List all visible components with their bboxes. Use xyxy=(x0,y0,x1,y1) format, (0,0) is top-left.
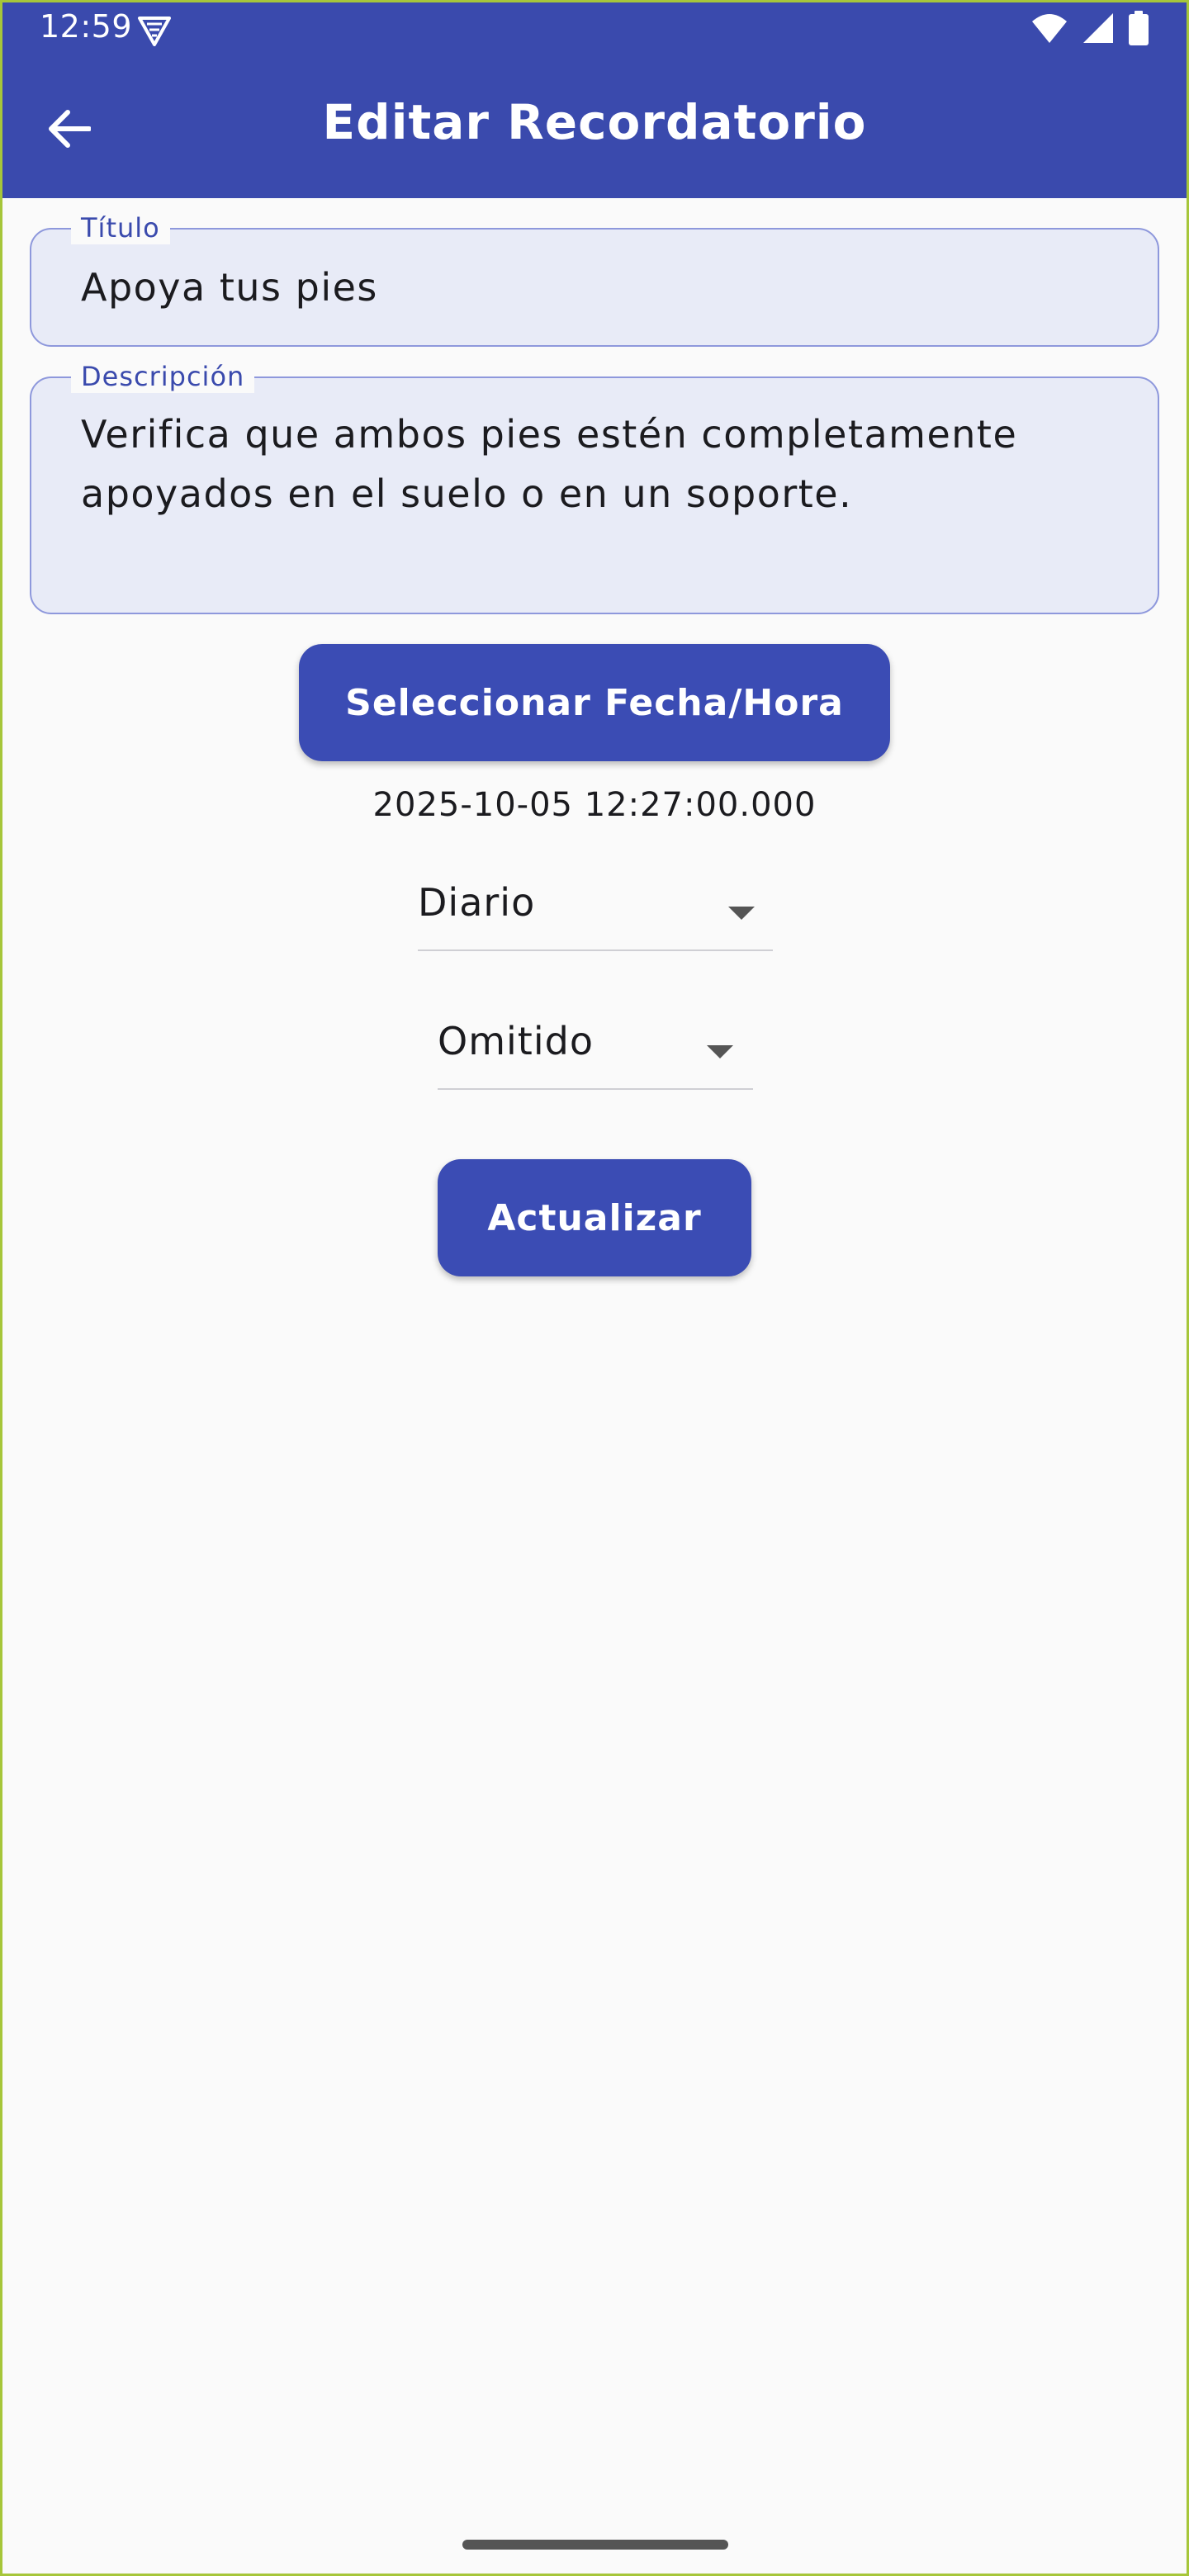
status-dropdown-value: Omitido xyxy=(438,1019,594,1063)
app-bar: 12:59 Editar Recordatorio xyxy=(0,0,1189,198)
frequency-dropdown-value: Diario xyxy=(418,880,536,925)
title-field-label: Título xyxy=(71,211,170,244)
update-button[interactable]: Actualizar xyxy=(438,1159,751,1276)
wifi-icon xyxy=(1030,12,1068,48)
status-icons xyxy=(1030,11,1149,49)
status-bar: 12:59 xyxy=(0,0,1189,59)
status-time: 12:59 xyxy=(40,8,133,45)
selected-datetime: 2025-10-05 12:27:00.000 xyxy=(372,786,817,824)
dropdown-arrow-icon xyxy=(728,907,755,920)
description-field-value[interactable]: Verifica que ambos pies estén completame… xyxy=(81,405,1108,523)
page-title: Editar Recordatorio xyxy=(322,94,867,150)
select-datetime-button[interactable]: Seleccionar Fecha/Hora xyxy=(299,644,890,761)
home-indicator[interactable] xyxy=(462,2540,728,2550)
battery-icon xyxy=(1128,11,1149,49)
title-field-value[interactable]: Apoya tus pies xyxy=(81,258,1108,317)
description-field-label: Descripción xyxy=(71,360,255,393)
vpn-shield-icon xyxy=(137,13,172,46)
frequency-dropdown[interactable]: Diario xyxy=(418,880,773,951)
title-field[interactable]: Título Apoya tus pies xyxy=(30,211,1159,347)
status-dropdown[interactable]: Omitido xyxy=(438,1019,753,1090)
cell-signal-icon xyxy=(1082,12,1115,48)
description-field[interactable]: Descripción Verifica que ambos pies esté… xyxy=(30,360,1159,614)
dropdown-arrow-icon xyxy=(707,1045,733,1058)
